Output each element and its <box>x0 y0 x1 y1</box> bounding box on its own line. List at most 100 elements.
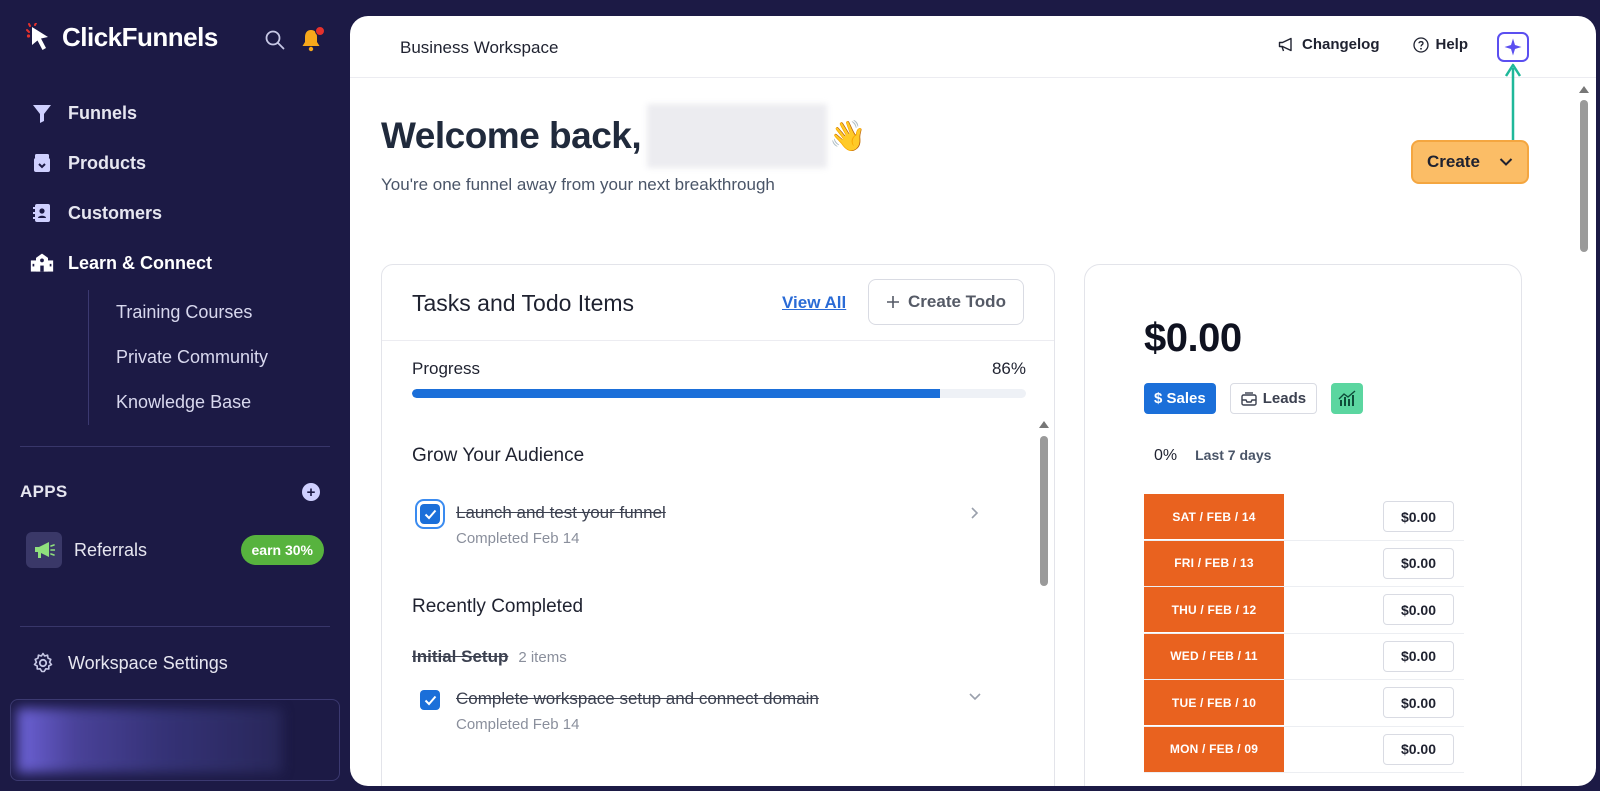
task-group-count: 2 items <box>518 649 567 666</box>
period-summary: 0% Last 7 days <box>1154 447 1271 465</box>
welcome-heading: Welcome back, 👋 <box>381 104 867 168</box>
avatar <box>17 708 282 773</box>
ai-assistant-button[interactable] <box>1497 32 1529 62</box>
sales-total: $0.00 <box>1144 316 1242 360</box>
sales-row-date: WED / FEB / 11 <box>1144 633 1284 679</box>
inbox-icon <box>1241 391 1257 406</box>
sparkle-icon <box>1504 38 1522 56</box>
school-icon <box>30 251 54 275</box>
scrollbar-thumb[interactable] <box>1040 436 1048 586</box>
clickfunnels-logo-icon <box>26 22 48 50</box>
plus-icon <box>887 296 900 308</box>
help-icon <box>1413 36 1430 53</box>
brand-logo-link[interactable]: ClickFunnels <box>26 22 218 53</box>
megaphone-icon <box>26 532 62 568</box>
progress-bar-fill <box>412 389 941 398</box>
nav-item-products[interactable]: Products <box>30 138 330 188</box>
sales-row-date: FRI / FEB / 13 <box>1144 540 1284 586</box>
notification-dot <box>315 26 325 36</box>
brand-name: ClickFunnels <box>62 22 218 52</box>
search-icon[interactable] <box>265 30 285 50</box>
help-label: Help <box>1435 36 1468 53</box>
earn-badge[interactable]: earn 30% <box>240 535 324 565</box>
progress-bar <box>412 389 1026 398</box>
tagline: You're one funnel away from your next br… <box>381 175 775 194</box>
app-item-referrals[interactable]: Referrals earn 30% <box>26 531 324 569</box>
create-todo-button[interactable]: Create Todo <box>868 279 1024 325</box>
task-title: Launch and test your funnel <box>456 503 666 522</box>
tasks-title: Tasks and Todo Items <box>412 290 635 316</box>
sales-card: $0.00 $ Sales Leads 0% Last 7 days SAT /… <box>1084 264 1522 786</box>
nav-label: Customers <box>68 202 163 223</box>
create-todo-label: Create Todo <box>908 292 1006 311</box>
sidebar-divider <box>20 626 330 627</box>
sales-row-value: $0.00 <box>1383 687 1454 718</box>
task-checkbox[interactable] <box>420 690 440 710</box>
nav-item-learn-connect[interactable]: Learn & Connect <box>30 238 330 288</box>
sales-row: SAT / FEB / 14 $0.00 <box>1144 494 1464 541</box>
welcome-text: Welcome back, <box>381 115 642 156</box>
sidebar-divider <box>20 446 330 447</box>
daily-sales-table: SAT / FEB / 14 $0.00 FRI / FEB / 13 $0.00 TH… <box>1144 494 1464 773</box>
sales-row-value: $0.00 <box>1383 733 1454 765</box>
subnav-item-private-community[interactable]: Private Community <box>116 335 330 380</box>
sales-row-value: $0.00 <box>1383 640 1454 672</box>
sales-row: FRI / FEB / 13 $0.00 <box>1144 540 1464 587</box>
subnav-item-knowledge-base[interactable]: Knowledge Base <box>116 380 330 425</box>
notifications-button[interactable] <box>299 26 325 52</box>
sales-row: WED / FEB / 11 $0.00 <box>1144 633 1464 680</box>
help-link[interactable]: Help <box>1413 36 1468 53</box>
chart-icon <box>1338 389 1356 406</box>
megaphone-icon <box>1278 37 1292 51</box>
add-app-button[interactable]: + <box>302 483 320 501</box>
annotation-arrow-icon <box>1504 63 1522 150</box>
nav-item-customers[interactable]: Customers <box>30 188 330 238</box>
scroll-up-icon[interactable] <box>1579 86 1589 93</box>
sales-toggle[interactable]: $ Sales <box>1144 383 1216 414</box>
sales-row-value: $0.00 <box>1383 501 1454 532</box>
app-label: Referrals <box>74 539 148 560</box>
section-title-recently-completed: Recently Completed <box>412 596 584 617</box>
metric-toggles: $ Sales Leads <box>1144 383 1364 414</box>
nav-item-funnels[interactable]: Funnels <box>30 88 330 138</box>
tasks-scrollbar[interactable] <box>1038 421 1050 596</box>
scroll-up-icon[interactable] <box>1039 421 1049 428</box>
funnel-icon <box>30 101 54 125</box>
chevron-down-icon <box>1499 158 1513 166</box>
apps-header: APPS + <box>20 482 320 502</box>
changelog-link[interactable]: Changelog <box>1278 36 1379 53</box>
task-title: Complete workspace setup and connect dom… <box>456 689 819 708</box>
sales-row: MON / FEB / 09 $0.00 <box>1144 726 1464 773</box>
workspace-title: Business Workspace <box>400 38 559 57</box>
subnav-item-training-courses[interactable]: Training Courses <box>116 290 330 335</box>
workspace-settings-link[interactable]: Workspace Settings <box>32 652 228 674</box>
sales-row-date: THU / FEB / 12 <box>1144 587 1284 632</box>
view-all-link[interactable]: View All <box>782 293 846 313</box>
chevron-right-icon[interactable] <box>970 506 980 520</box>
sales-row-date: MON / FEB / 09 <box>1144 726 1284 772</box>
section-title-grow-audience: Grow Your Audience <box>412 445 585 466</box>
wave-icon: 👋 <box>829 119 867 153</box>
task-group-name: Initial Setup <box>412 647 509 666</box>
page-scrollbar[interactable] <box>1578 86 1590 776</box>
box-icon <box>30 151 54 175</box>
nav-label: Funnels <box>68 102 138 123</box>
task-checkbox[interactable] <box>420 504 440 524</box>
leads-label: Leads <box>1262 390 1307 407</box>
progress-percent: 86% <box>991 359 1026 378</box>
task-meta: Completed Feb 14 <box>456 716 580 733</box>
learn-subnav: Training Courses Private Community Knowl… <box>88 290 330 425</box>
period-change: 0% <box>1154 447 1178 464</box>
chevron-down-icon[interactable] <box>968 692 982 702</box>
sales-row-value: $0.00 <box>1383 594 1454 625</box>
chart-view-toggle[interactable] <box>1331 383 1364 414</box>
scrollbar-thumb[interactable] <box>1580 100 1588 252</box>
main-nav: Funnels Products Customers Learn & Conne… <box>30 88 330 425</box>
tasks-header: Tasks and Todo Items View All Create Tod… <box>382 265 1054 341</box>
user-profile-card[interactable] <box>10 699 340 781</box>
task-group: Initial Setup 2 items <box>412 647 567 667</box>
create-button[interactable]: Create <box>1411 140 1529 184</box>
sales-row: THU / FEB / 12 $0.00 <box>1144 587 1464 634</box>
apps-label: APPS <box>20 482 68 501</box>
leads-toggle[interactable]: Leads <box>1229 383 1318 414</box>
